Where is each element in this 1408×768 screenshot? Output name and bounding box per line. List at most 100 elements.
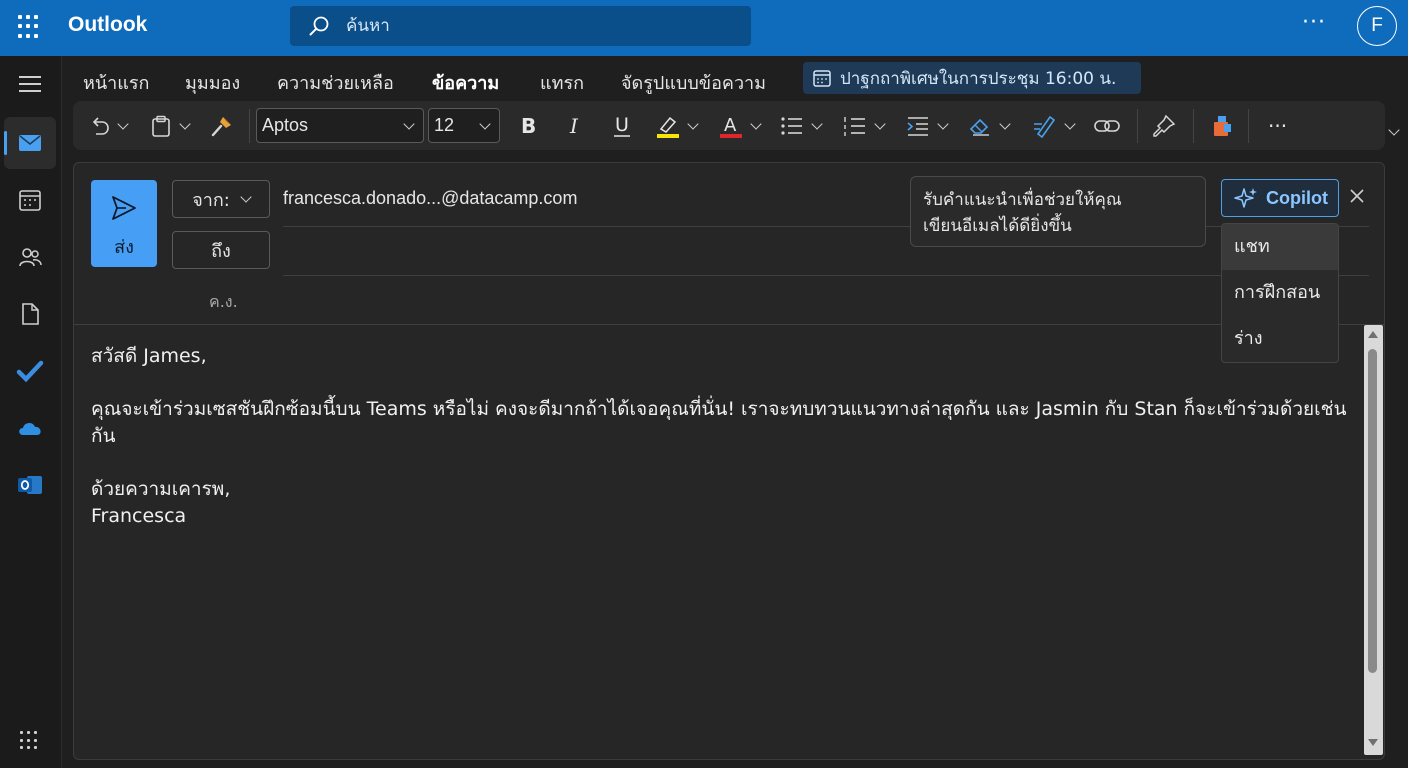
clipboard-icon (152, 115, 170, 137)
cc-button[interactable]: ค.ง. (209, 290, 238, 315)
onedrive-icon (19, 422, 41, 435)
tab-format-text[interactable]: จัดรูปแบบข้อความ (621, 68, 766, 97)
scrollbar[interactable] (1364, 325, 1383, 755)
font-name-select[interactable]: Aptos (256, 108, 424, 143)
search-input[interactable] (346, 14, 726, 38)
paste-button[interactable] (149, 101, 191, 150)
copilot-button[interactable]: Copilot (1221, 179, 1339, 217)
format-painter-icon (211, 116, 231, 136)
copilot-menu-chat[interactable]: แชท (1222, 224, 1338, 270)
link-icon (1094, 119, 1120, 132)
editor-pen-icon (1034, 115, 1056, 138)
more-commands-button[interactable]: ··· (1268, 101, 1287, 150)
chevron-down-icon (750, 117, 762, 130)
rail-files[interactable] (4, 288, 56, 340)
scroll-down-icon[interactable] (1368, 739, 1378, 746)
close-icon[interactable] (1348, 187, 1366, 205)
top-bar: Outlook ··· F (0, 0, 1408, 56)
app-launcher-icon[interactable] (18, 15, 42, 39)
closing: ด้วยความเคารพ, (91, 478, 231, 500)
calendar-icon (813, 70, 831, 87)
send-label: ส่ง (114, 237, 134, 258)
more-apps-icon[interactable] (20, 731, 40, 751)
scroll-up-icon[interactable] (1368, 331, 1378, 338)
menu-icon[interactable] (19, 76, 41, 92)
rail-calendar[interactable] (4, 174, 56, 226)
message-body[interactable]: สวัสดี James, คุณจะเข้าร่วมเซสชันฝึกซ้อม… (91, 343, 1356, 530)
ribbon-tabs: หน้าแรก มุมมอง ความช่วยเหลือ ข้อความ แทร… (62, 56, 1408, 103)
app-rail (0, 56, 62, 768)
underline-button[interactable]: U (610, 101, 634, 150)
from-address: francesca.donado...@datacamp.com (283, 188, 578, 208)
eraser-icon (969, 118, 989, 136)
highlight-button[interactable] (655, 101, 699, 150)
send-button[interactable]: ส่ง (91, 180, 157, 267)
divider (1193, 109, 1194, 143)
clear-formatting-button[interactable] (967, 101, 1011, 150)
calendar-icon (19, 190, 41, 211)
editor-button[interactable] (1030, 101, 1076, 150)
avatar[interactable]: F (1357, 6, 1397, 46)
expand-ribbon-icon[interactable] (1388, 124, 1400, 136)
copilot-tooltip-line: รับคำแนะนำเพื่อช่วยให้คุณ (923, 190, 1122, 210)
from-button[interactable]: จาก: (172, 180, 270, 218)
compose-pane: ส่ง จาก: francesca.donado...@datacamp.co… (73, 162, 1385, 760)
bullets-button[interactable] (779, 101, 823, 150)
italic-button[interactable]: I (564, 101, 588, 150)
font-color-icon: A (720, 115, 742, 138)
chevron-down-icon (687, 117, 699, 130)
rail-onedrive[interactable] (4, 402, 56, 454)
highlighter-icon (657, 116, 679, 138)
tab-home[interactable]: หน้าแรก (83, 68, 149, 97)
italic-icon: I (569, 114, 579, 138)
meeting-reminder[interactable]: ปาฐกถาพิเศษในการประชุม 16:00 น. (803, 62, 1141, 94)
divider (74, 324, 1384, 325)
more-options-button[interactable]: ··· (1302, 10, 1326, 35)
search-icon (309, 16, 329, 36)
tab-message[interactable]: ข้อความ (432, 68, 500, 103)
copilot-menu-coaching[interactable]: การฝึกสอน (1222, 270, 1338, 316)
svg-text:B: B (521, 114, 536, 138)
divider (1137, 109, 1138, 143)
font-size-select[interactable]: 12 (428, 108, 500, 143)
chevron-down-icon (1064, 117, 1076, 130)
format-painter-button[interactable] (209, 101, 235, 150)
numbering-button[interactable] (842, 101, 886, 150)
font-size-value: 12 (434, 115, 455, 135)
scrollbar-thumb[interactable] (1368, 349, 1377, 673)
chevron-down-icon (811, 117, 823, 130)
undo-button[interactable] (87, 101, 129, 150)
rail-todo[interactable] (4, 345, 56, 397)
app-name[interactable]: Outlook (68, 13, 147, 37)
tab-insert[interactable]: แทรก (540, 68, 584, 97)
from-label: จาก: (192, 189, 230, 211)
font-color-button[interactable]: A (718, 101, 762, 150)
tab-view[interactable]: มุมมอง (185, 68, 240, 97)
tab-help[interactable]: ความช่วยเหลือ (277, 68, 394, 97)
mail-icon (19, 135, 41, 151)
search-box[interactable] (290, 6, 751, 46)
indent-icon (907, 116, 928, 136)
bold-button[interactable]: B (517, 101, 541, 150)
bulleted-list-icon (781, 116, 802, 135)
divider (1248, 109, 1249, 143)
copilot-menu: แชท การฝึกสอน ร่าง (1221, 223, 1339, 363)
link-button[interactable] (1093, 101, 1121, 150)
meeting-reminder-text: ปาฐกถาพิเศษในการประชุม 16:00 น. (840, 68, 1117, 89)
svg-text:A: A (724, 115, 737, 136)
indent-button[interactable] (905, 101, 949, 150)
divider (283, 226, 1369, 227)
apps-button[interactable] (1209, 101, 1235, 150)
rail-people[interactable] (4, 231, 56, 283)
sensitivity-button[interactable] (1151, 101, 1177, 150)
rail-mail[interactable] (4, 117, 56, 169)
copilot-tooltip-line: เขียนอีเมลได้ดียิ่งขึ้น (923, 216, 1072, 236)
to-button[interactable]: ถึง (172, 231, 270, 269)
rail-outlook[interactable] (4, 459, 56, 511)
outlook-icon (18, 476, 42, 494)
chevron-down-icon (937, 117, 949, 130)
numbered-list-icon (844, 116, 865, 136)
chevron-down-icon (403, 118, 415, 130)
ribbon-toolbar: Aptos 12 B I U A ··· (73, 101, 1385, 150)
apps-icon (1214, 115, 1231, 136)
